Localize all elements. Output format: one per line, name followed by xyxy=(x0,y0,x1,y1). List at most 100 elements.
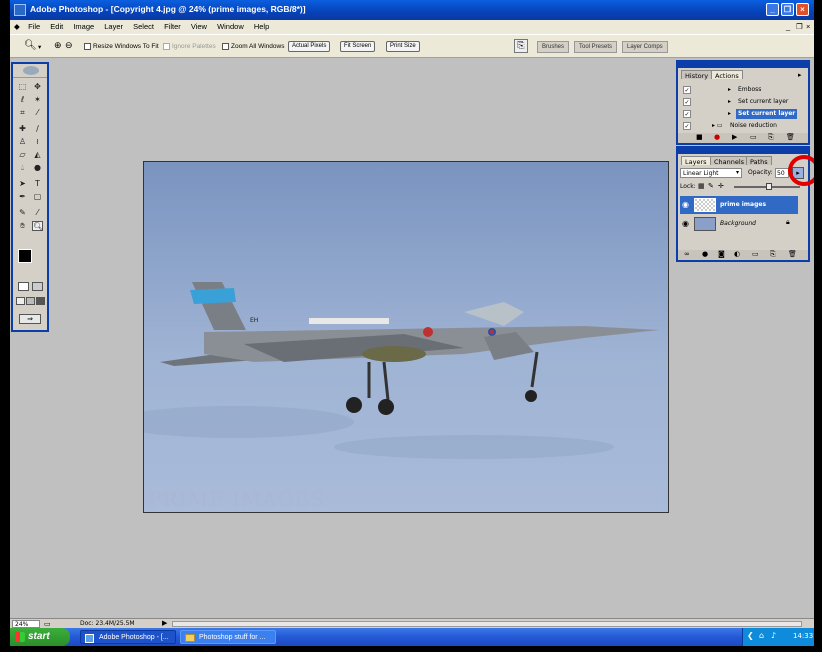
eraser-tool-icon[interactable]: ▱ xyxy=(17,150,28,160)
well-tab-tool-presets[interactable]: Tool Presets xyxy=(574,41,618,53)
dodge-tool-icon[interactable]: ● xyxy=(32,163,43,173)
tray-arrow-icon[interactable]: ❮ xyxy=(747,631,754,640)
path-select-icon[interactable]: ➤ xyxy=(17,179,28,189)
pen-tool-icon[interactable]: ✒ xyxy=(17,192,28,202)
visibility-eye-icon[interactable]: ◉ xyxy=(682,200,689,209)
network-icon[interactable]: ⌂ xyxy=(759,631,764,640)
blur-tool-icon[interactable]: 💧︎ xyxy=(17,163,28,173)
menu-view[interactable]: View xyxy=(187,20,211,33)
record-icon[interactable]: ● xyxy=(714,133,720,141)
tool-preset-dropdown[interactable]: ▾ xyxy=(38,43,41,51)
crop-tool-icon[interactable]: ⌗ xyxy=(17,108,28,118)
menu-select[interactable]: Select xyxy=(129,20,158,33)
zoom-all-windows-checkbox[interactable]: Zoom All Windows xyxy=(222,43,284,50)
task-photoshop[interactable]: Adobe Photoshop - [... xyxy=(80,630,176,644)
stop-icon[interactable]: ■ xyxy=(696,133,703,141)
actual-pixels-button[interactable]: Actual Pixels xyxy=(288,41,331,52)
well-tab-brushes[interactable]: Brushes xyxy=(537,41,570,53)
notes-tool-icon[interactable]: ✎ xyxy=(17,208,28,218)
brush-tool-icon[interactable]: ∕ xyxy=(32,124,43,134)
action-row[interactable]: ✓ ▸ Set current layer xyxy=(680,96,802,108)
menu-window[interactable]: Window xyxy=(213,20,248,33)
foreground-color-swatch[interactable] xyxy=(18,249,32,263)
tab-actions[interactable]: Actions xyxy=(711,70,743,80)
opacity-input[interactable]: 50 xyxy=(775,168,789,178)
menu-edit[interactable]: Edit xyxy=(46,20,67,33)
menu-image[interactable]: Image xyxy=(69,20,98,33)
start-button[interactable]: start xyxy=(10,628,70,646)
zoom-tool-icon[interactable]: 🔍︎ xyxy=(24,40,37,51)
new-action-icon[interactable]: ⎘ xyxy=(768,133,774,142)
feather-logo-icon[interactable] xyxy=(23,66,39,75)
task-explorer-folder[interactable]: Photoshop stuff for ... xyxy=(180,630,276,644)
play-icon[interactable]: ▶ xyxy=(732,133,737,141)
horizontal-scrollbar[interactable] xyxy=(172,621,802,627)
healing-brush-icon[interactable]: ✚ xyxy=(17,124,28,134)
restore-button[interactable]: ❐ xyxy=(781,3,794,16)
type-tool-icon[interactable]: T xyxy=(32,179,43,189)
shape-tool-icon[interactable]: ▢ xyxy=(32,192,43,202)
hand-tool-icon[interactable]: ✋︎ xyxy=(17,221,28,231)
tab-paths[interactable]: Paths xyxy=(746,156,772,166)
blend-mode-select[interactable]: Linear Light ▾ xyxy=(680,168,742,178)
volume-icon[interactable]: ♪ xyxy=(771,631,776,640)
delete-layer-icon[interactable]: 🗑︎ xyxy=(788,250,797,258)
document-canvas[interactable]: EH PRIME IMAGES xyxy=(143,161,669,513)
eyedropper-icon[interactable]: ⁄ xyxy=(32,208,43,218)
tab-channels[interactable]: Channels xyxy=(710,156,749,166)
layer-mask-icon[interactable]: ◙ xyxy=(718,250,725,258)
status-menu-arrow-icon[interactable]: ▶ xyxy=(162,619,167,627)
link-layers-icon[interactable]: ∞ xyxy=(684,250,690,258)
move-tool-icon[interactable]: ✥ xyxy=(32,82,43,92)
fit-screen-button[interactable]: Fit Screen xyxy=(340,41,376,52)
visibility-eye-icon[interactable]: ◉ xyxy=(682,219,689,228)
menu-help[interactable]: Help xyxy=(250,20,273,33)
clone-stamp-icon[interactable]: ♙ xyxy=(17,137,28,147)
layer-style-icon[interactable]: ● xyxy=(702,250,708,258)
menu-file[interactable]: File xyxy=(24,20,44,33)
screen-mode-standard-icon[interactable] xyxy=(16,297,25,305)
minimize-button[interactable]: _ xyxy=(766,3,779,16)
new-group-icon[interactable]: ▭ xyxy=(752,250,759,258)
quick-mask-icon[interactable] xyxy=(32,282,43,291)
action-row[interactable]: ✓ ▸ ▭ Noise reduction xyxy=(680,120,802,132)
palette-menu-icon[interactable]: ▸ xyxy=(798,71,802,79)
lock-image-icon[interactable]: ✎ xyxy=(708,182,714,190)
tab-layers[interactable]: Layers xyxy=(681,156,711,166)
doc-close-button[interactable]: × xyxy=(802,20,814,33)
well-tab-layer-comps[interactable]: Layer Comps xyxy=(622,41,668,53)
zoom-level-field[interactable]: 24% xyxy=(12,620,40,628)
action-row-selected[interactable]: ✓ ▸ Set current layer xyxy=(680,108,802,120)
file-browser-icon[interactable]: ⎘ xyxy=(514,39,528,53)
status-preview-icon[interactable]: ▭ xyxy=(44,620,51,628)
marquee-tool-icon[interactable]: ⬚ xyxy=(17,82,28,92)
magic-wand-icon[interactable]: ✶ xyxy=(32,95,43,105)
tab-history[interactable]: History xyxy=(681,70,713,80)
print-size-button[interactable]: Print Size xyxy=(386,41,420,52)
new-layer-icon[interactable]: ⎘ xyxy=(770,250,776,259)
new-set-icon[interactable]: ▭ xyxy=(750,133,757,141)
menu-filter[interactable]: Filter xyxy=(160,20,185,33)
history-brush-icon[interactable]: ≀ xyxy=(32,137,43,147)
ps-menu-icon[interactable]: ◆ xyxy=(10,20,22,33)
delete-action-icon[interactable]: 🗑︎ xyxy=(786,133,795,141)
zoom-tool-selected-icon[interactable]: 🔍︎ xyxy=(32,221,43,231)
lock-position-icon[interactable]: ✛ xyxy=(718,182,724,190)
menu-layer[interactable]: Layer xyxy=(100,20,127,33)
screen-mode-full-icon[interactable] xyxy=(36,297,45,305)
opacity-slider-handle[interactable] xyxy=(766,183,772,190)
layer-row-selected[interactable]: ◉ prime images xyxy=(680,196,798,214)
ignore-palettes-checkbox[interactable]: Ignore Palettes xyxy=(163,43,216,50)
paint-bucket-icon[interactable]: ◭ xyxy=(32,150,43,160)
standard-mode-icon[interactable] xyxy=(18,282,29,291)
lasso-tool-icon[interactable]: ℓ xyxy=(17,95,28,105)
slice-tool-icon[interactable]: ⁄ xyxy=(32,108,43,118)
close-button[interactable]: × xyxy=(796,3,809,16)
layer-row[interactable]: ◉ Background 🔒︎ xyxy=(680,215,798,233)
lock-transparency-icon[interactable]: ▦ xyxy=(698,182,705,190)
action-row[interactable]: ✓ ▸ Emboss xyxy=(680,84,802,96)
screen-mode-full-menu-icon[interactable] xyxy=(26,297,35,305)
jump-to-imageready-icon[interactable]: ⇒ xyxy=(19,314,41,324)
adjustment-layer-icon[interactable]: ◐ xyxy=(734,250,740,258)
zoom-out-icon[interactable]: ⊖ xyxy=(65,40,73,51)
